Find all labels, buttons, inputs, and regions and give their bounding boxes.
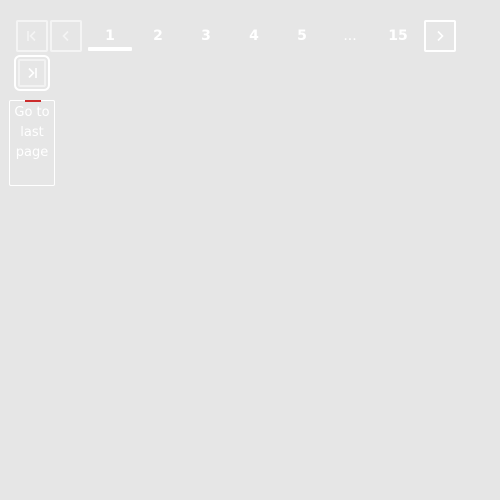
last-page-icon [25, 64, 39, 83]
page-3-link[interactable]: 3 [184, 26, 228, 46]
tooltip-text: Go to last page [14, 105, 50, 160]
current-page-indicator [88, 47, 132, 51]
chevron-left-icon [60, 30, 72, 42]
last-page-tooltip: Go to last page [9, 100, 55, 186]
first-page-button[interactable] [16, 20, 48, 52]
page-4-link[interactable]: 4 [232, 26, 276, 46]
previous-page-button[interactable] [50, 20, 82, 52]
pagination-container: 1 2 3 4 5 ... 15 Go to last page [0, 0, 500, 500]
chevron-right-icon [434, 30, 446, 42]
tooltip-accent-bar [25, 100, 41, 102]
last-page-button-inner [18, 59, 46, 87]
page-2-link[interactable]: 2 [136, 26, 180, 46]
page-15-link[interactable]: 15 [376, 26, 420, 46]
first-page-icon [25, 30, 39, 42]
page-1-link[interactable]: 1 [88, 26, 132, 46]
next-page-button[interactable] [424, 20, 456, 52]
last-page-button[interactable] [14, 55, 50, 91]
page-5-link[interactable]: 5 [280, 26, 324, 46]
pagination-ellipsis: ... [343, 28, 357, 44]
